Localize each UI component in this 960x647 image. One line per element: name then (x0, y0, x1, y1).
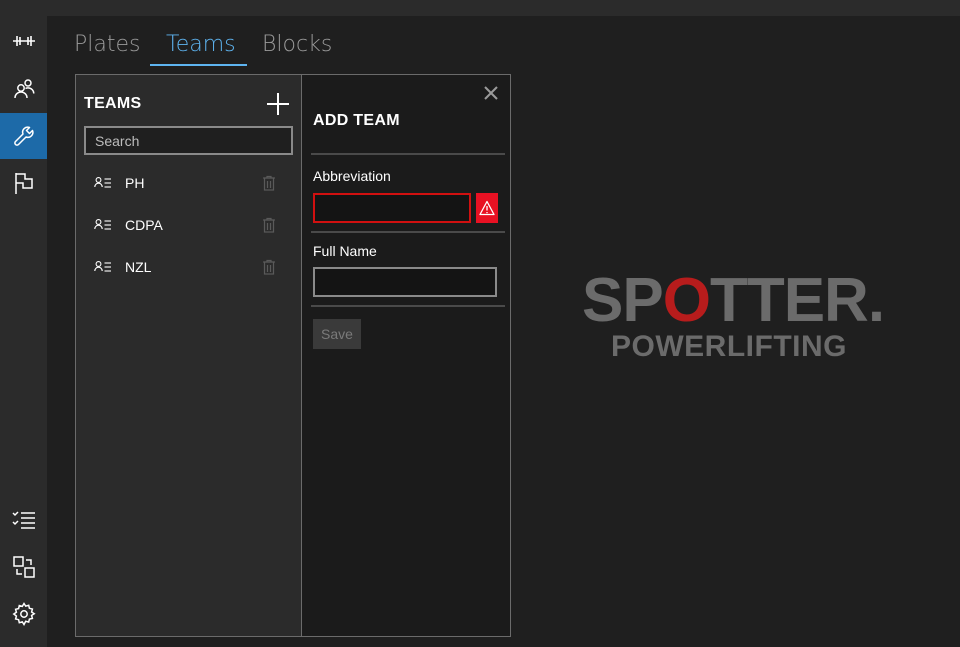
spotter-powerlifting-logo: SPOTTER. POWERLIFTING (582, 270, 885, 370)
people-icon (13, 79, 35, 99)
full-name-label: Full Name (313, 243, 377, 259)
teams-list-pane: TEAMS Search PH CDPA NZL (76, 75, 302, 636)
divider (311, 231, 505, 233)
team-name: NZL (125, 259, 152, 275)
close-icon[interactable] (483, 85, 499, 101)
rail-item-settings[interactable] (0, 591, 47, 637)
add-team-button[interactable] (264, 90, 292, 118)
warning-icon (479, 200, 495, 216)
active-tab-indicator (150, 64, 247, 66)
rail-item-sync[interactable] (0, 544, 47, 590)
title-bar (0, 0, 960, 16)
abbreviation-field[interactable] (313, 193, 471, 223)
teams-title: TEAMS (84, 95, 142, 112)
team-name: CDPA (125, 217, 163, 233)
logo-subtitle: POWERLIFTING (611, 330, 847, 363)
rail-item-settings-tools[interactable] (0, 113, 47, 159)
rail-item-lifters[interactable] (0, 66, 47, 112)
team-name: PH (125, 175, 145, 191)
barbell-icon (12, 36, 35, 46)
contact-list-icon (94, 219, 111, 230)
team-list-item[interactable]: NZL (76, 248, 302, 290)
logo-wordmark: SPOTTER. (582, 266, 885, 335)
search-input[interactable]: Search (84, 126, 293, 155)
tab-teams[interactable]: Teams (166, 32, 236, 57)
delete-icon[interactable] (262, 259, 276, 275)
delete-icon[interactable] (262, 175, 276, 191)
team-list-item[interactable]: CDPA (76, 206, 302, 248)
divider (311, 305, 505, 307)
full-name-field[interactable] (313, 267, 497, 297)
tab-blocks[interactable]: Blocks (262, 32, 332, 57)
form-title: ADD TEAM (313, 112, 400, 129)
divider (311, 153, 505, 155)
add-team-form: ADD TEAM Abbreviation Full Name Save (302, 75, 510, 636)
rail-item-competition[interactable] (0, 160, 47, 206)
contact-list-icon (94, 177, 111, 188)
swap-icon (12, 556, 35, 578)
abbreviation-label: Abbreviation (313, 168, 391, 184)
checklist-icon (11, 511, 35, 529)
save-button[interactable]: Save (313, 319, 361, 349)
validation-error-badge (476, 193, 498, 223)
teams-panel: TEAMS Search PH CDPA NZL ADD TEAM Abbrev… (75, 74, 511, 637)
gear-icon (12, 602, 36, 626)
delete-icon[interactable] (262, 217, 276, 233)
tab-plates[interactable]: Plates (74, 32, 140, 57)
flag-icon (14, 173, 33, 194)
nav-rail (0, 16, 47, 647)
wrench-icon (13, 126, 34, 146)
rail-item-results[interactable] (0, 496, 47, 542)
plus-icon (267, 93, 289, 115)
rail-item-plates[interactable] (0, 18, 47, 64)
team-list-item[interactable]: PH (76, 164, 302, 206)
contact-list-icon (94, 261, 111, 272)
